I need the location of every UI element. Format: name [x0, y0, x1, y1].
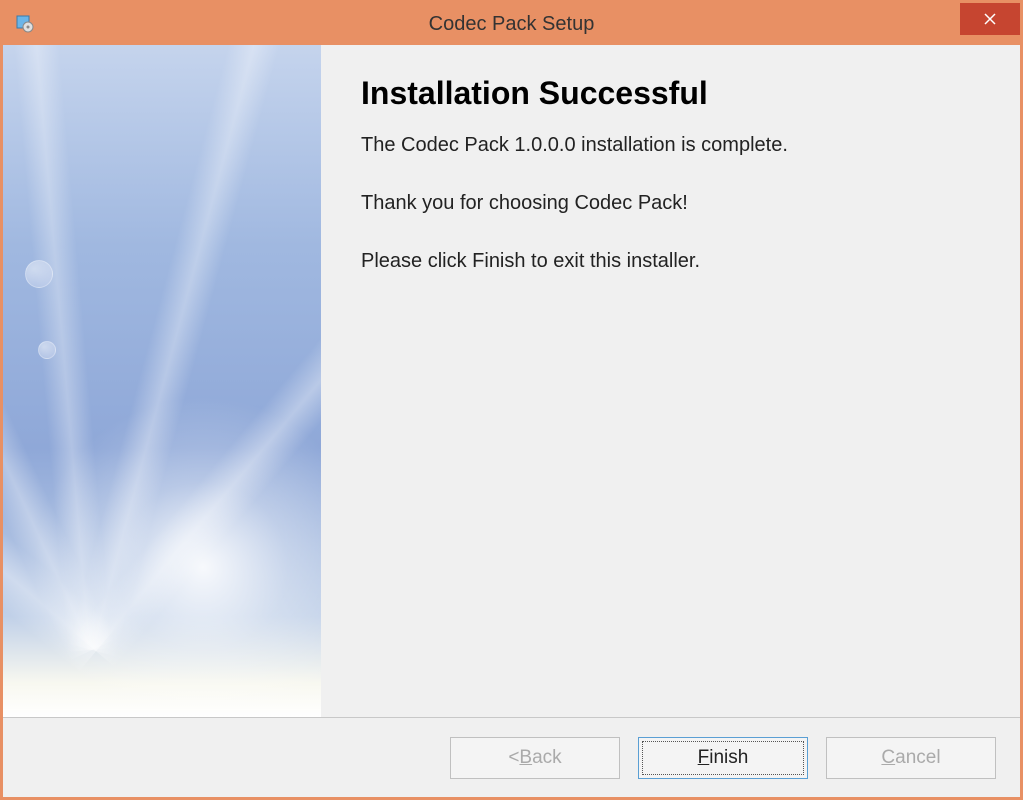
window-frame: Codec Pack Setup Installation Successful… — [0, 0, 1023, 800]
title-bar: Codec Pack Setup — [3, 3, 1020, 45]
finish-button[interactable]: Finish — [638, 737, 808, 779]
wizard-sidebar-image — [3, 45, 321, 717]
button-bar: < Back Finish Cancel — [3, 717, 1020, 797]
cancel-button: Cancel — [826, 737, 996, 779]
close-button[interactable] — [960, 3, 1020, 35]
cancel-mnemonic: C — [881, 747, 895, 769]
app-icon — [13, 12, 37, 36]
back-mnemonic: B — [519, 747, 532, 769]
finish-rest: inish — [709, 747, 748, 769]
window-title: Codec Pack Setup — [429, 13, 595, 36]
back-button: < Back — [450, 737, 620, 779]
body-line-3: Please click Finish to exit this install… — [361, 246, 980, 276]
page-heading: Installation Successful — [361, 75, 980, 112]
back-prefix: < — [508, 747, 519, 769]
content-area: Installation Successful The Codec Pack 1… — [3, 45, 1020, 717]
cancel-rest: ancel — [895, 747, 940, 769]
back-rest: ack — [532, 747, 562, 769]
finish-mnemonic: F — [698, 747, 710, 769]
close-icon — [984, 13, 996, 25]
window-body: Installation Successful The Codec Pack 1… — [3, 45, 1020, 797]
main-content: Installation Successful The Codec Pack 1… — [321, 45, 1020, 717]
body-line-2: Thank you for choosing Codec Pack! — [361, 188, 980, 218]
body-line-1: The Codec Pack 1.0.0.0 installation is c… — [361, 130, 980, 160]
